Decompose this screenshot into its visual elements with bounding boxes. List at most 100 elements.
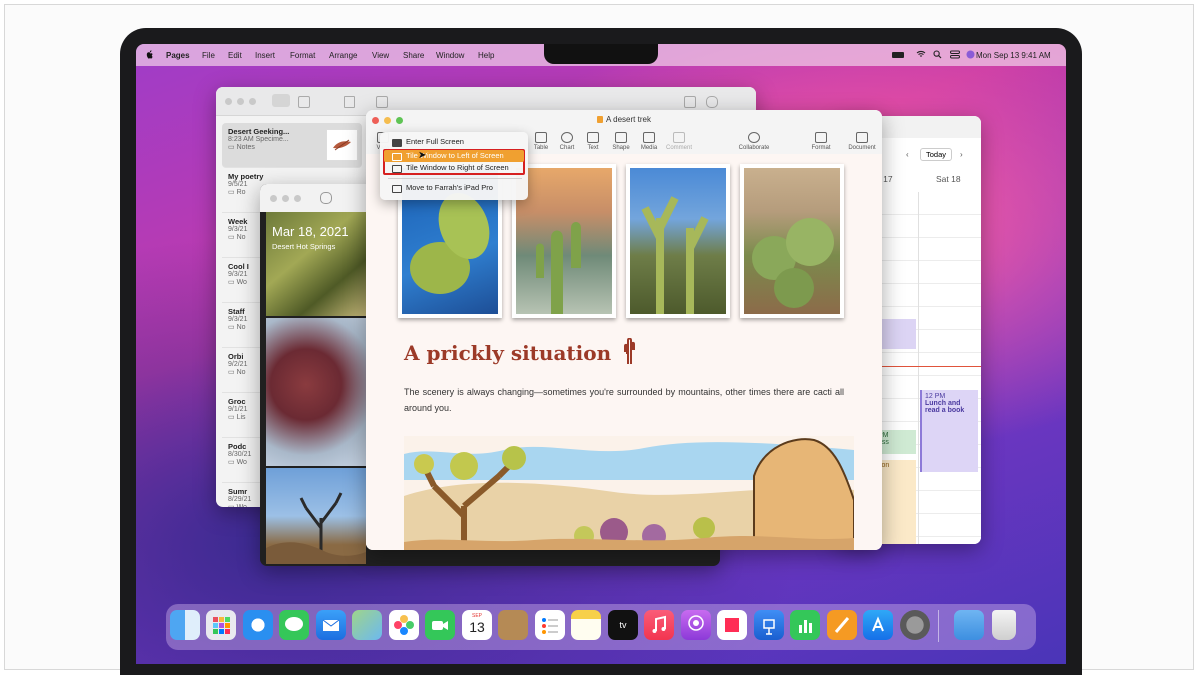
menu-clock[interactable]: Mon Sep 13 9:41 AM bbox=[976, 51, 1051, 60]
contacts-icon[interactable] bbox=[498, 610, 528, 640]
note-folder: Wo bbox=[236, 279, 247, 286]
photo-date: Mar 18, 2021 bbox=[272, 224, 349, 239]
reminders-icon[interactable] bbox=[535, 610, 565, 640]
launchpad-icon[interactable] bbox=[206, 610, 236, 640]
finder-icon[interactable] bbox=[170, 610, 200, 640]
calendar-prev-icon[interactable]: ‹ bbox=[906, 150, 909, 159]
menu-insert[interactable]: Insert bbox=[255, 51, 275, 60]
calendar-event[interactable]: son bbox=[876, 460, 916, 544]
menu-item-move-to-ipad[interactable]: Move to Farrah's iPad Pro bbox=[384, 182, 524, 194]
note-folder: Wo bbox=[237, 504, 247, 507]
menu-format[interactable]: Format bbox=[290, 51, 315, 60]
folder-icon: ▭ bbox=[228, 369, 237, 376]
photo-thumbnail[interactable] bbox=[266, 468, 366, 566]
calendar-event[interactable]: PM ass bbox=[876, 430, 916, 454]
toolbar-text[interactable]: Text bbox=[578, 132, 608, 151]
zoom-button[interactable] bbox=[249, 98, 256, 105]
folder-icon: ▭ bbox=[228, 144, 237, 151]
trash-icon[interactable] bbox=[992, 610, 1016, 640]
minimize-button[interactable] bbox=[282, 195, 289, 202]
facetime-icon[interactable] bbox=[425, 610, 455, 640]
illustration[interactable] bbox=[404, 436, 854, 550]
gallery-view-icon[interactable] bbox=[298, 96, 310, 108]
toolbar-document[interactable]: Document bbox=[844, 132, 880, 151]
photo-thumbnail[interactable] bbox=[266, 318, 366, 466]
share-icon[interactable] bbox=[684, 96, 696, 108]
menu-edit[interactable]: Edit bbox=[228, 51, 242, 60]
image-placeholder[interactable] bbox=[626, 164, 730, 318]
toolbar-comment[interactable]: Comment bbox=[664, 132, 694, 151]
trash-icon[interactable] bbox=[344, 96, 355, 108]
safari-icon[interactable] bbox=[243, 610, 273, 640]
photos-icon[interactable] bbox=[389, 610, 419, 640]
notes-search-icon[interactable] bbox=[706, 96, 718, 108]
list-view-icon[interactable] bbox=[272, 94, 290, 107]
close-button[interactable] bbox=[270, 195, 277, 202]
appletv-icon[interactable]: tv bbox=[608, 610, 638, 640]
image-placeholder[interactable] bbox=[740, 164, 844, 318]
siri-icon[interactable] bbox=[966, 50, 975, 61]
calendar-icon[interactable]: SEP 13 bbox=[462, 610, 492, 640]
toolbar-shape[interactable]: Shape bbox=[606, 132, 636, 151]
cactus-icon bbox=[624, 337, 636, 364]
close-button[interactable] bbox=[225, 98, 232, 105]
calendar-icon-day: 13 bbox=[469, 619, 485, 635]
compose-icon[interactable] bbox=[376, 96, 388, 108]
toolbar-shape-label: Shape bbox=[612, 145, 630, 151]
menu-item-enter-full-screen[interactable]: Enter Full Screen bbox=[384, 136, 524, 148]
zoom-button[interactable] bbox=[294, 195, 301, 202]
photo-thumbnail[interactable]: Mar 18, 2021 Desert Hot Springs bbox=[266, 212, 366, 316]
event-title: Lunch and read a book bbox=[925, 400, 965, 414]
menu-window[interactable]: Window bbox=[436, 51, 464, 60]
menu-app-name[interactable]: Pages bbox=[166, 51, 190, 60]
event-time: 12 PM bbox=[925, 393, 946, 400]
document-heading[interactable]: A prickly situation bbox=[404, 337, 636, 365]
calendar-event[interactable] bbox=[876, 319, 916, 349]
calendar-event[interactable]: 12 PM Lunch and read a book bbox=[920, 390, 978, 472]
toolbar-collaborate[interactable]: Collaborate bbox=[730, 132, 778, 151]
apple-icon[interactable] bbox=[146, 50, 154, 59]
search-icon[interactable] bbox=[933, 50, 942, 61]
notes-icon[interactable] bbox=[571, 610, 601, 640]
text-icon bbox=[587, 132, 599, 143]
calendar-next-icon[interactable]: › bbox=[960, 150, 963, 159]
list-item[interactable]: Desert Geeking... 8:23 AM Specime... ▭ N… bbox=[222, 123, 362, 168]
wifi-icon[interactable] bbox=[916, 50, 926, 60]
messages-icon[interactable] bbox=[279, 610, 309, 640]
control-center-icon[interactable] bbox=[950, 50, 960, 61]
document-canvas[interactable]: A prickly situation The scenery is alway… bbox=[366, 154, 882, 550]
music-icon[interactable] bbox=[644, 610, 674, 640]
mail-icon[interactable] bbox=[316, 610, 346, 640]
document-body[interactable]: The scenery is always changing—sometimes… bbox=[404, 384, 844, 416]
toolbar-format[interactable]: Format bbox=[806, 132, 836, 151]
calendar-today-button[interactable]: Today bbox=[920, 148, 953, 161]
zoom-slider-icon[interactable] bbox=[320, 192, 332, 204]
menu-share[interactable]: Share bbox=[403, 51, 424, 60]
media-icon bbox=[643, 132, 655, 143]
note-folder: Notes bbox=[236, 144, 255, 151]
desktop: Pages File Edit Insert Format Arrange Vi… bbox=[136, 44, 1066, 664]
keynote-icon[interactable] bbox=[754, 610, 784, 640]
pages-icon[interactable] bbox=[827, 610, 857, 640]
menu-item-tile-left[interactable]: Tile Window to Left of Screen bbox=[384, 150, 524, 162]
menu-view[interactable]: View bbox=[372, 51, 389, 60]
numbers-icon[interactable] bbox=[790, 610, 820, 640]
menu-help[interactable]: Help bbox=[478, 51, 494, 60]
settings-icon[interactable] bbox=[900, 610, 930, 640]
battery-icon[interactable] bbox=[892, 52, 904, 58]
news-icon[interactable] bbox=[717, 610, 747, 640]
note-meta: 9/2/21 bbox=[228, 361, 248, 368]
menu-item-tile-right[interactable]: Tile Window to Right of Screen bbox=[384, 162, 524, 174]
appstore-icon[interactable] bbox=[863, 610, 893, 640]
shape-icon bbox=[615, 132, 627, 143]
toolbar-media[interactable]: Media bbox=[634, 132, 664, 151]
menu-file[interactable]: File bbox=[202, 51, 215, 60]
podcasts-icon[interactable] bbox=[681, 610, 711, 640]
toolbar-comment-label: Comment bbox=[665, 145, 692, 151]
downloads-icon[interactable] bbox=[954, 610, 984, 640]
maps-icon[interactable] bbox=[352, 610, 382, 640]
minimize-button[interactable] bbox=[237, 98, 244, 105]
menu-item-label: Tile Window to Right of Screen bbox=[406, 163, 509, 172]
toolbar-chart-label: Chart bbox=[559, 145, 575, 151]
menu-arrange[interactable]: Arrange bbox=[329, 51, 357, 60]
